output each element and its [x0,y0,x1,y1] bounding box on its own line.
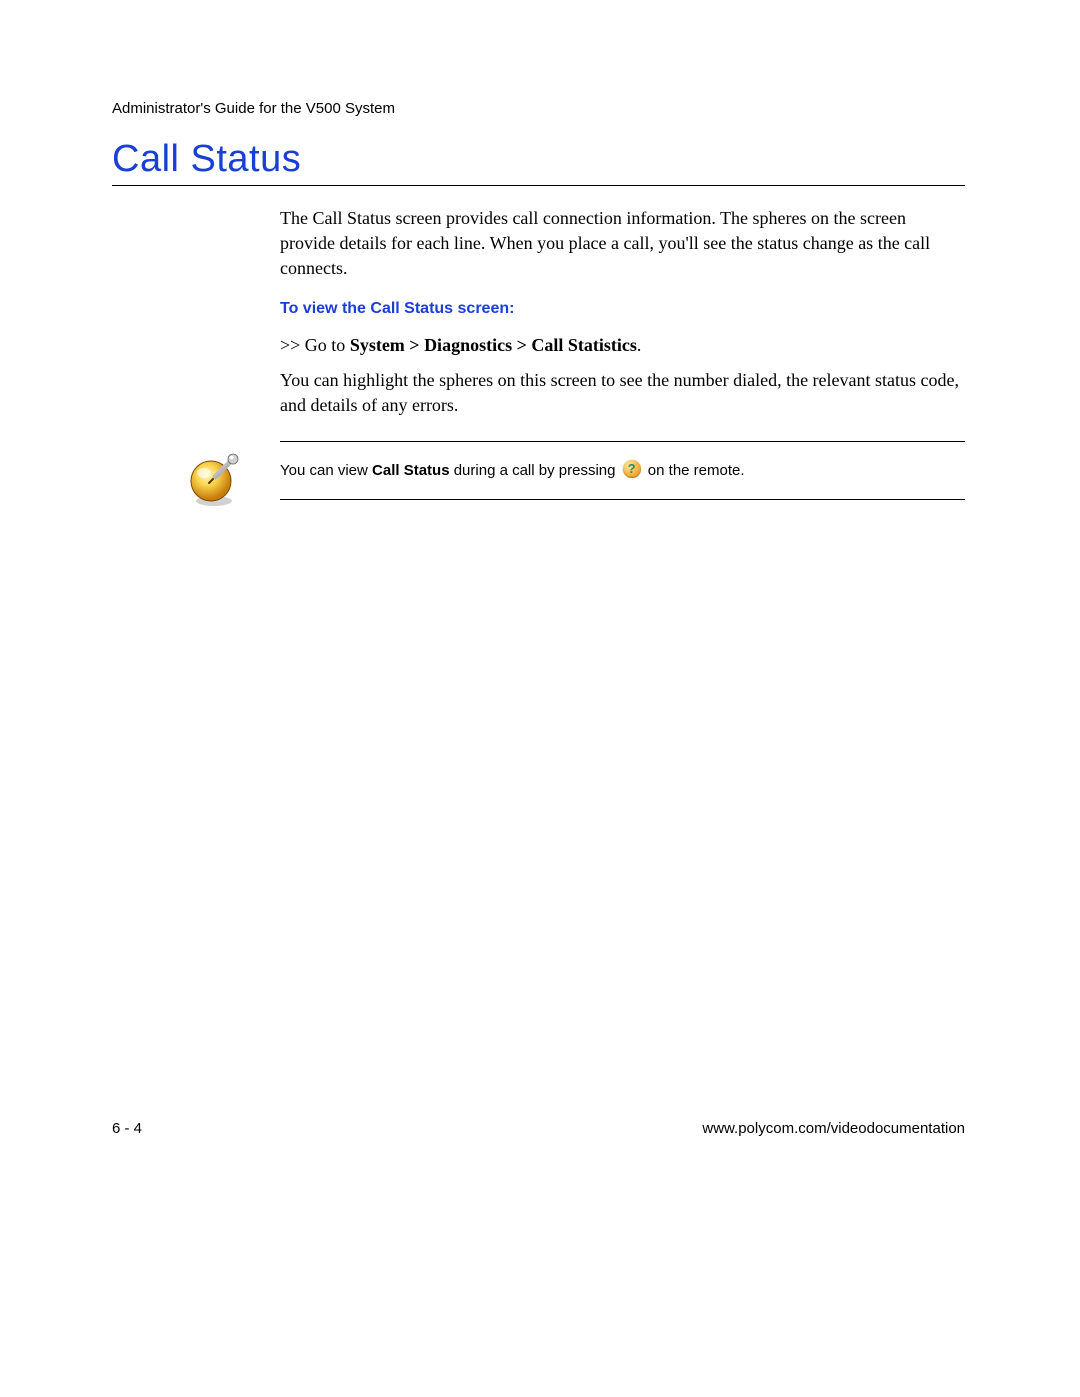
step-suffix: . [637,335,642,355]
procedure-step: >> Go to System > Diagnostics > Call Sta… [280,333,965,358]
note-mid: during a call by pressing [450,462,620,479]
section-title: Call Status [112,138,965,181]
section-title-rule: Call Status [112,138,965,186]
procedure-heading: To view the Call Status screen: [280,300,514,318]
note-prefix: You can view [280,462,372,479]
step-prefix: >> Go to [280,335,350,355]
pushpin-note-icon [185,449,243,507]
note-bold: Call Status [372,462,450,479]
intro-paragraph: The Call Status screen provides call con… [280,206,965,282]
document-page: Administrator's Guide for the V500 Syste… [0,0,1080,1397]
note-block: You can view Call Status during a call b… [280,441,965,500]
footer-page-number: 6 - 4 [112,1120,142,1137]
help-button-icon [623,460,641,478]
note-suffix: on the remote. [644,462,745,479]
note-text: You can view Call Status during a call b… [280,460,965,481]
footer-url: www.polycom.com/videodocumentation [702,1120,965,1137]
detail-paragraph: You can highlight the spheres on this sc… [280,368,965,418]
step-path: System > Diagnostics > Call Statistics [350,335,637,355]
running-header: Administrator's Guide for the V500 Syste… [112,100,395,117]
